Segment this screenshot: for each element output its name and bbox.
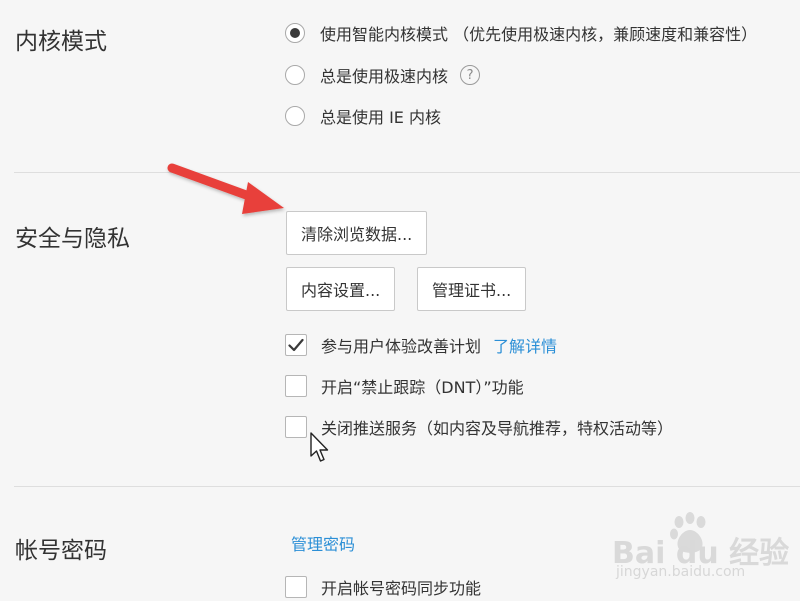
help-icon[interactable]: ? [460, 65, 481, 85]
radio-smart-kernel[interactable]: 使用智能内核模式 （优先使用极速内核，兼顾速度和兼容性） [285, 20, 757, 46]
checkbox[interactable] [285, 576, 307, 598]
checkbox-checked[interactable] [285, 334, 307, 356]
clear-browsing-data-button[interactable]: 清除浏览数据... [286, 211, 428, 255]
learn-more-link[interactable]: 了解详情 [493, 333, 557, 357]
radio-button[interactable] [285, 65, 305, 85]
radio-button[interactable] [285, 106, 305, 126]
watermark-url: jingyan.baidu.com [616, 564, 746, 580]
checkbox-label: 参与用户体验改善计划 [321, 337, 482, 356]
radio-label: 总是使用 IE 内核 [320, 108, 442, 127]
radio-label: 总是使用极速内核 [320, 67, 449, 86]
section-title-account: 帐号密码 [15, 538, 107, 564]
checkmark-icon [288, 338, 304, 352]
radio-speed-kernel[interactable]: 总是使用极速内核 ? [285, 62, 481, 88]
checkbox-label: 关闭推送服务（如内容及导航推荐，特权活动等） [321, 419, 674, 438]
manage-certificates-button[interactable]: 管理证书... [417, 267, 527, 311]
checkbox-label: 开启帐号密码同步功能 [321, 579, 482, 598]
checkbox-row-push-service[interactable]: 关闭推送服务（如内容及导航推荐，特权活动等） [285, 414, 673, 440]
checkbox-row-password-sync[interactable]: 开启帐号密码同步功能 [285, 574, 481, 600]
section-divider [14, 486, 800, 487]
section-divider [14, 172, 800, 173]
checkbox-row-ux-plan[interactable]: 参与用户体验改善计划 了解详情 [285, 332, 557, 358]
checkbox[interactable] [285, 416, 307, 438]
section-title-kernel: 内核模式 [15, 29, 107, 55]
checkbox[interactable] [285, 375, 307, 397]
mouse-cursor-icon [310, 432, 329, 462]
checkbox-row-dnt[interactable]: 开启“禁止跟踪（DNT）”功能 [285, 373, 524, 399]
content-settings-button[interactable]: 内容设置... [286, 267, 396, 311]
baidu-watermark: Bai du 经验 jingyan.baidu.com [612, 512, 792, 592]
section-title-privacy: 安全与隐私 [15, 226, 130, 252]
manage-passwords-row[interactable]: 管理密码 [291, 530, 355, 556]
annotation-arrow-icon [167, 163, 284, 214]
radio-button-checked[interactable] [285, 23, 305, 43]
manage-passwords-link[interactable]: 管理密码 [291, 531, 355, 555]
radio-label: 使用智能内核模式 （优先使用极速内核，兼顾速度和兼容性） [320, 25, 758, 44]
checkbox-label: 开启“禁止跟踪（DNT）”功能 [321, 378, 524, 397]
radio-ie-kernel[interactable]: 总是使用 IE 内核 [285, 103, 441, 129]
